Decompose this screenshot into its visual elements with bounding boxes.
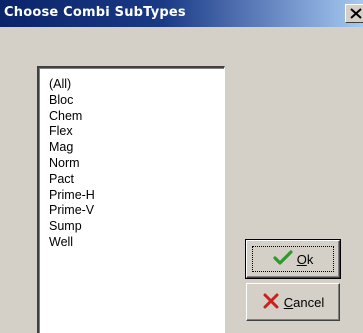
list-item-sump[interactable]: Sump [49, 219, 95, 235]
list-item-chem[interactable]: Chem [49, 109, 95, 125]
close-button[interactable] [345, 4, 363, 23]
list-item-norm[interactable]: Norm [49, 156, 95, 172]
list-item-all[interactable]: (All) [49, 77, 95, 93]
subtypes-listbox[interactable]: (All) Bloc Chem Flex Mag Norm Pact Prime… [37, 66, 225, 333]
list-item-flex[interactable]: Flex [49, 124, 95, 140]
dialog-title: Choose Combi SubTypes [4, 5, 186, 20]
list-item-pact[interactable]: Pact [49, 172, 95, 188]
list-item-well[interactable]: Well [49, 235, 95, 251]
ok-mnemonic: O [296, 251, 307, 267]
checkmark-icon [273, 249, 293, 269]
cancel-label-rest: ancel [293, 294, 325, 310]
cancel-button-label: Cancel [284, 295, 324, 310]
list-item-bloc[interactable]: Bloc [49, 93, 95, 109]
title-bar[interactable]: Choose Combi SubTypes [0, 0, 363, 27]
cancel-button[interactable]: Cancel [246, 283, 340, 321]
list-item-mag[interactable]: Mag [49, 140, 95, 156]
ok-button[interactable]: Ok [245, 239, 341, 279]
cancel-mnemonic: C [283, 294, 294, 310]
cross-icon [262, 293, 280, 312]
list-item-prime-v[interactable]: Prime-V [49, 203, 95, 219]
ok-button-label: Ok [297, 252, 314, 267]
ok-label-rest: k [306, 251, 314, 267]
close-icon [350, 8, 362, 19]
choose-combi-subtypes-dialog: Choose Combi SubTypes (All) Bloc Chem Fl… [0, 0, 363, 333]
list-item-prime-h[interactable]: Prime-H [49, 188, 95, 204]
